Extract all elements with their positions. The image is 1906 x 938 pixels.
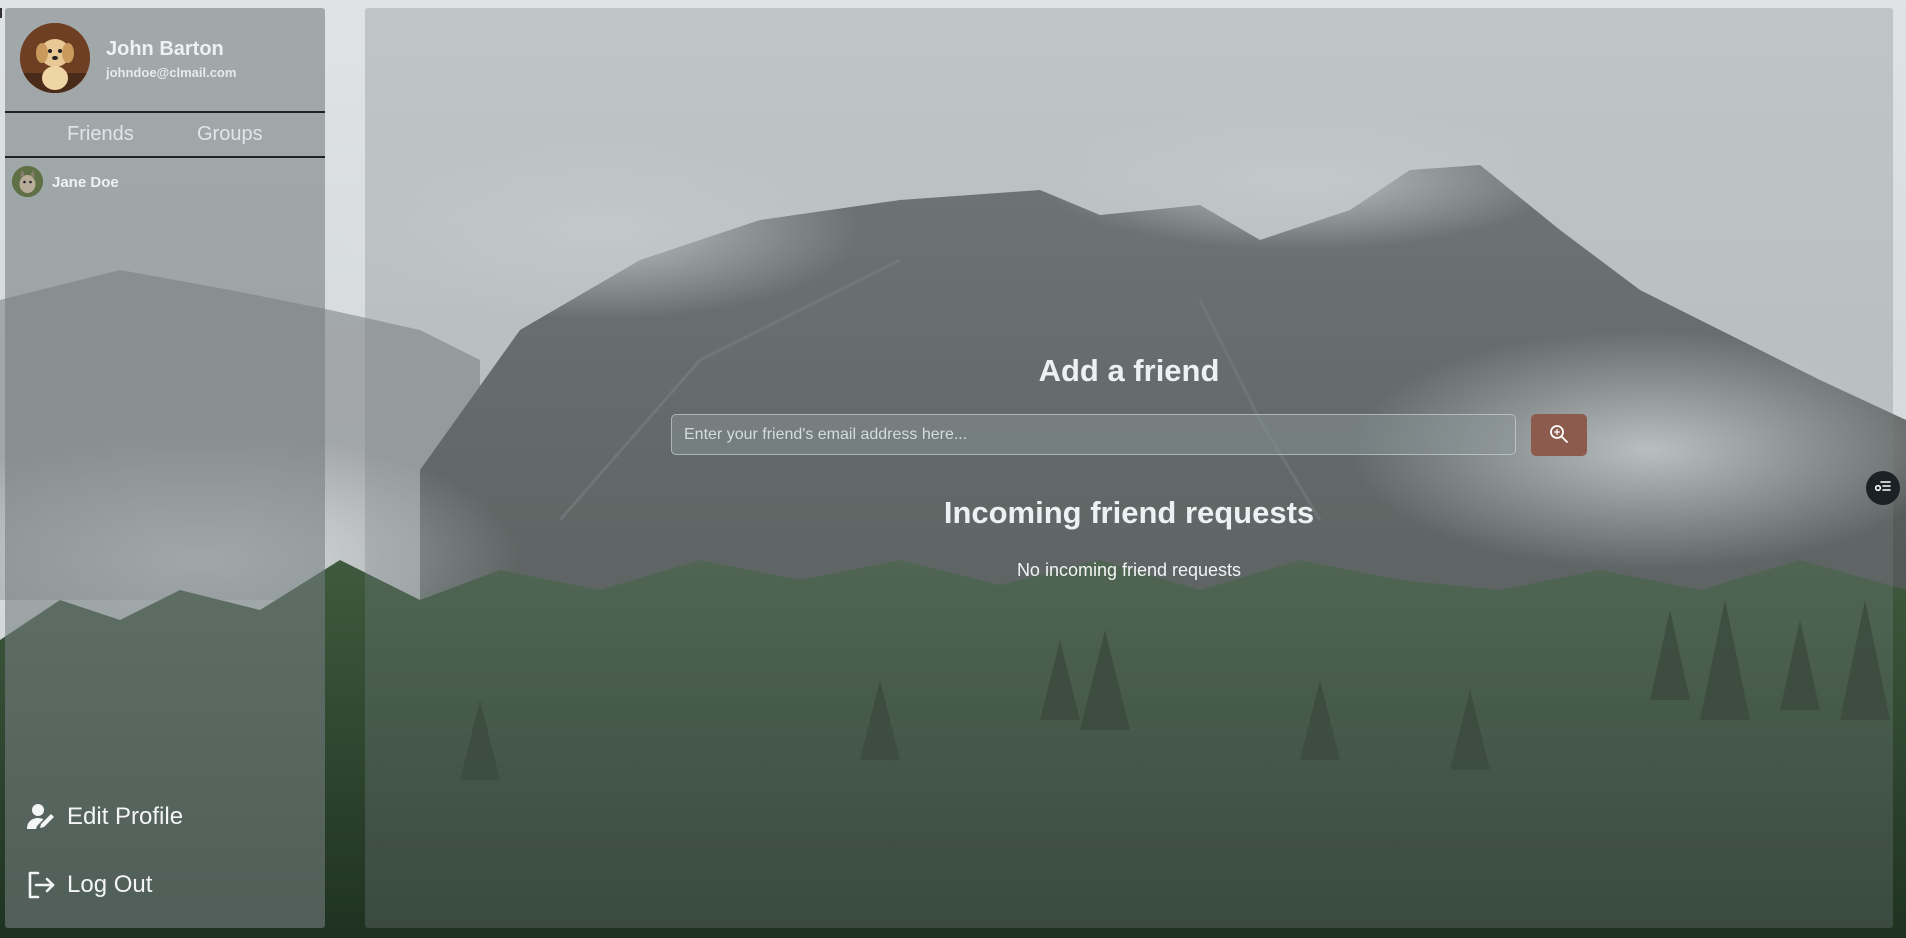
friend-list-item[interactable]: Jane Doe: [5, 158, 325, 198]
tab-groups[interactable]: Groups: [197, 123, 263, 146]
incoming-requests-empty: No incoming friend requests: [1016, 560, 1242, 580]
friend-name: Jane Doe: [52, 174, 119, 191]
log-out-label: Log Out: [67, 871, 153, 898]
corner-mark: [0, 8, 2, 18]
tab-friends[interactable]: Friends: [67, 123, 134, 146]
search-icon: [1549, 424, 1569, 447]
friend-avatar: [12, 166, 43, 197]
log-out-button[interactable]: Log Out: [25, 869, 152, 901]
log-out-icon: [25, 869, 57, 901]
search-friend-button[interactable]: [1531, 414, 1587, 456]
profile-header: John Barton johndoe@clmail.com: [5, 8, 325, 113]
user-edit-icon: [25, 801, 57, 833]
avatar[interactable]: [20, 23, 90, 93]
sidebar-tabs: Friends Groups: [5, 113, 325, 158]
add-friend-title: Add a friend: [1038, 353, 1220, 388]
list-settings-icon: [1874, 477, 1892, 500]
sidebar: John Barton johndoe@clmail.com Friends G…: [5, 8, 325, 928]
user-name: John Barton: [106, 38, 224, 60]
main-panel: Add a friend Incoming friend requests No…: [365, 8, 1893, 928]
friend-email-input[interactable]: [671, 414, 1516, 455]
user-email: johndoe@clmail.com: [106, 65, 237, 80]
edit-profile-label: Edit Profile: [67, 803, 184, 830]
floating-menu-button[interactable]: [1866, 471, 1900, 505]
edit-profile-button[interactable]: Edit Profile: [25, 801, 183, 833]
incoming-requests-title: Incoming friend requests: [943, 495, 1315, 530]
